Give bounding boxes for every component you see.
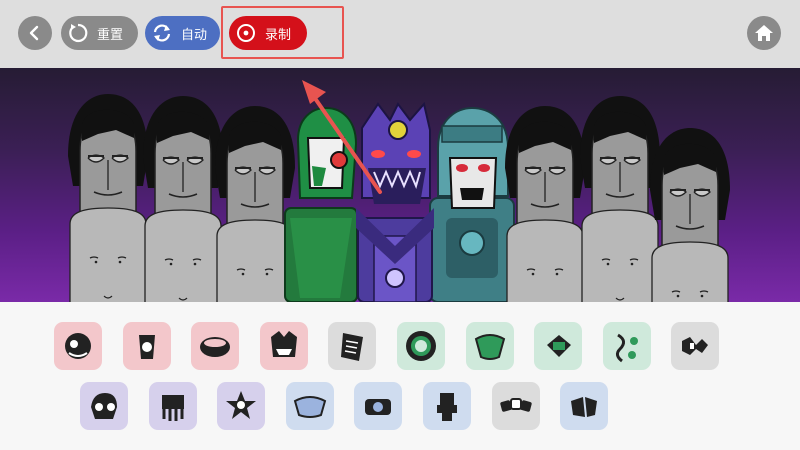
auto-refresh-icon <box>149 20 175 46</box>
gray-character-1[interactable] <box>67 93 149 302</box>
green-masked-character[interactable] <box>284 106 358 302</box>
home-icon <box>755 25 773 41</box>
auto-label: 自动 <box>181 27 208 43</box>
cup-sound-slot[interactable] <box>122 322 171 370</box>
wing-sound-icon <box>571 397 598 417</box>
wing-sound-slot[interactable] <box>560 382 609 430</box>
chain-sound-icon <box>499 398 532 412</box>
gray-character-3[interactable] <box>214 105 296 302</box>
face-sound-slot[interactable] <box>54 322 102 370</box>
reset-label: 重置 <box>97 27 124 43</box>
gray-character-2[interactable] <box>142 95 224 302</box>
record-highlight-box <box>221 6 344 59</box>
robot-arm-sound-slot[interactable] <box>423 382 471 430</box>
home-button[interactable] <box>747 16 781 50</box>
gear-ring-sound-icon <box>406 331 436 361</box>
vine-sound-icon <box>615 333 638 363</box>
camera-sound-icon <box>365 399 392 415</box>
cloth-sound-slot[interactable] <box>465 322 514 370</box>
tentacle-face-sound-slot[interactable] <box>148 382 197 430</box>
zigzag-sound-slot[interactable] <box>671 322 720 370</box>
visor-sound-slot[interactable] <box>285 382 334 430</box>
visor-sound-icon <box>293 396 326 418</box>
zigzag-sound-icon <box>682 337 709 355</box>
teal-helmet-character[interactable] <box>429 106 515 302</box>
note-sheet-sound-slot[interactable] <box>328 322 377 370</box>
gray-character-4[interactable] <box>504 105 586 302</box>
tentacle-face-sound-icon <box>161 395 184 421</box>
gray-character-5[interactable] <box>579 95 661 302</box>
chevron-left-icon <box>29 25 39 41</box>
purple-horned-character[interactable] <box>356 101 434 302</box>
gray-character-6[interactable] <box>649 127 731 302</box>
diamond-sound-icon <box>547 335 572 357</box>
bowl-sound-icon <box>200 337 231 357</box>
monster-face-sound-icon <box>270 331 297 357</box>
character-stage <box>0 68 800 302</box>
note-sheet-sound-icon <box>341 333 364 361</box>
sound-icon-tray <box>0 302 800 450</box>
top-toolbar: 重置 自动 录制 <box>0 0 800 68</box>
robot-arm-sound-icon <box>437 393 457 421</box>
skull-sound-slot[interactable] <box>80 382 128 430</box>
bowl-sound-slot[interactable] <box>191 322 240 370</box>
stage-scene <box>67 80 731 302</box>
diamond-sound-slot[interactable] <box>534 322 583 370</box>
star-face-sound-icon <box>226 391 257 419</box>
reset-button[interactable]: 重置 <box>61 16 138 50</box>
cloth-sound-icon <box>474 334 505 360</box>
monster-face-sound-slot[interactable] <box>259 322 308 370</box>
face-sound-icon <box>65 333 91 359</box>
camera-sound-slot[interactable] <box>354 382 403 430</box>
reset-icon <box>65 20 91 46</box>
gear-ring-sound-slot[interactable] <box>397 322 445 370</box>
cup-sound-icon <box>138 335 155 359</box>
skull-sound-icon <box>91 393 117 419</box>
chain-sound-slot[interactable] <box>491 382 540 430</box>
star-face-sound-slot[interactable] <box>217 382 266 430</box>
back-button[interactable] <box>18 16 52 50</box>
auto-button[interactable]: 自动 <box>145 16 220 50</box>
vine-sound-slot[interactable] <box>602 322 651 370</box>
